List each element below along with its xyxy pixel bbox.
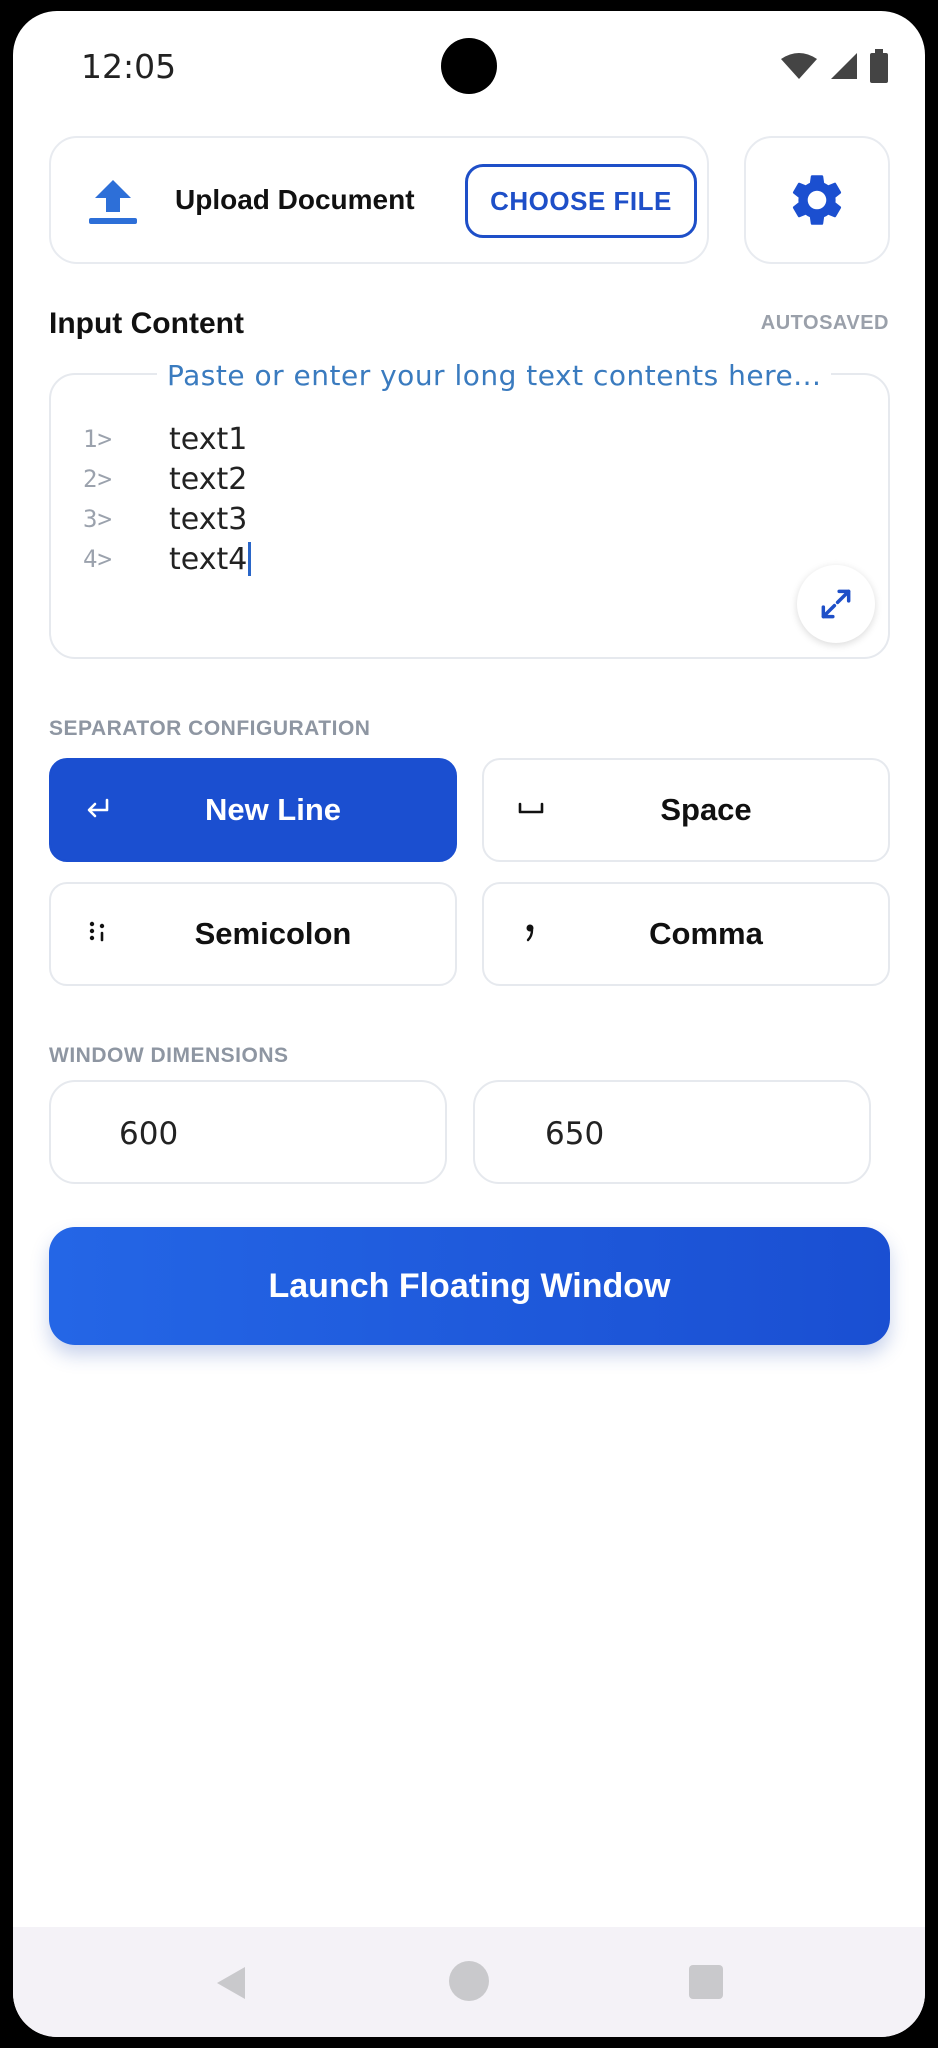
text-line: 3> text3 [83,499,251,539]
line-text: text2 [169,461,248,497]
text-line: 4> text4 [83,539,252,579]
separator-semicolon-button[interactable]: Semicolon [49,882,457,986]
battery-icon [870,49,888,83]
text-area-placeholder: Paste or enter your long text contents h… [157,359,832,392]
upload-icon [89,180,137,224]
line-text: text1 [169,421,248,457]
upload-document-label: Upload Document [175,184,415,215]
phone-screen: 12:05 Upload Document CHOOSE FILE Input … [13,11,925,2037]
line-number: 2> [83,465,112,493]
separator-new-line-button[interactable]: New Line [49,758,457,862]
upload-card: Upload Document CHOOSE FILE [49,136,709,264]
content-text-area[interactable]: Paste or enter your long text contents h… [49,359,890,659]
line-text: text4 [169,541,248,577]
text-cursor [248,542,252,576]
line-number: 1> [83,425,112,453]
line-number: 4> [83,545,112,573]
wifi-icon [781,53,817,79]
expand-button[interactable] [797,565,875,643]
settings-button[interactable] [744,136,890,264]
separator-config-title: SEPARATOR CONFIGURATION [49,717,371,740]
camera-cutout [441,38,497,94]
window-width-input[interactable]: 600 [49,1080,447,1184]
status-icons [779,49,889,83]
choose-file-button[interactable]: CHOOSE FILE [465,164,697,238]
window-dimensions-title: WINDOW DIMENSIONS [49,1044,289,1067]
home-icon[interactable] [449,1961,489,2001]
window-height-input[interactable]: 650 [473,1080,871,1184]
separator-label: Comma [649,916,763,951]
signal-icon [831,53,857,79]
line-text: text3 [169,501,248,537]
text-line: 1> text1 [83,419,251,459]
separator-comma-button[interactable]: Comma [482,882,890,986]
separator-space-button[interactable]: Space [482,758,890,862]
recents-icon[interactable] [689,1965,723,1999]
input-content-title: Input Content [49,307,244,340]
status-time: 12:05 [81,47,177,86]
window-height-value: 650 [545,1116,605,1152]
autosaved-status: AUTOSAVED [760,312,889,334]
status-bar: 12:05 [13,11,925,121]
separator-label: Space [660,792,752,827]
text-lines: 1> text1 2> text2 3> text3 4> text4 [83,419,252,579]
line-number: 3> [83,505,112,533]
text-line: 2> text2 [83,459,251,499]
navigation-bar [13,1927,925,2037]
expand-icon [821,589,851,619]
separator-label: New Line [204,792,342,827]
launch-floating-window-button[interactable]: Launch Floating Window [49,1227,890,1345]
back-icon[interactable] [213,1965,249,2001]
window-width-value: 600 [119,1116,179,1152]
gear-icon [792,175,842,225]
separator-label: Semicolon [194,916,352,951]
